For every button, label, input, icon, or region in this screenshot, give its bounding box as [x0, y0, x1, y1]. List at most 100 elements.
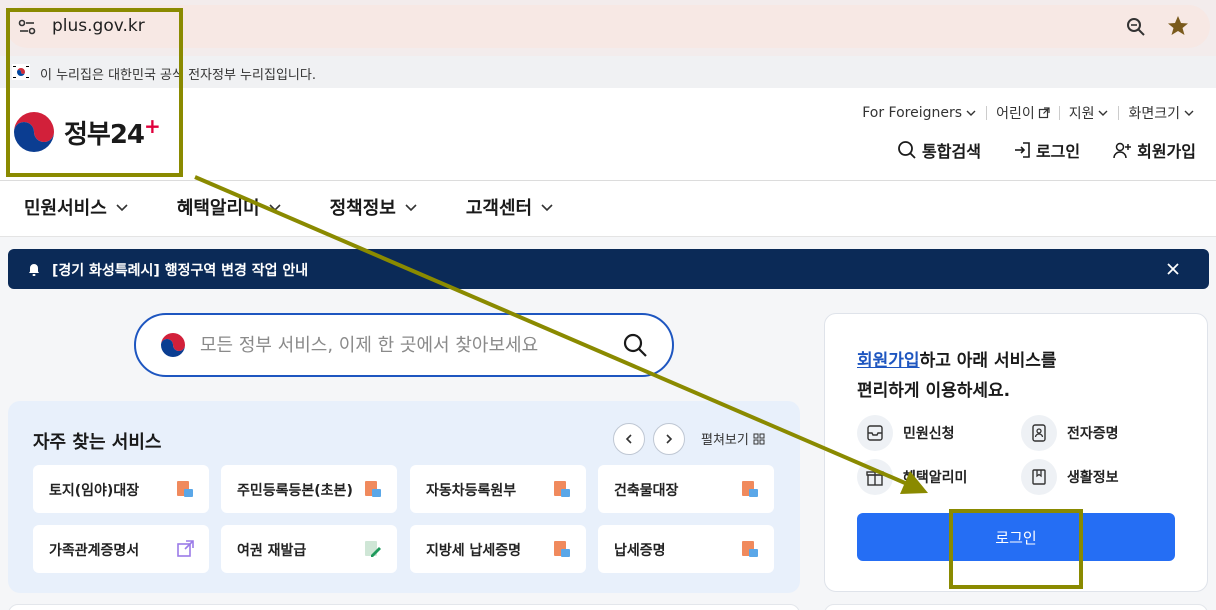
prev-button[interactable] — [613, 423, 645, 455]
integrated-search-label: 통합검색 — [922, 142, 981, 161]
zoom-icon[interactable] — [1124, 15, 1148, 39]
service-label: 여권 재발급 — [237, 543, 307, 559]
service-label: 주민등록등본(초본) — [237, 483, 353, 499]
pdf-doc-icon — [177, 481, 193, 497]
taegeuk-emblem-icon — [161, 333, 185, 357]
external-link-icon — [177, 540, 194, 557]
chevron-down-icon — [405, 204, 417, 212]
next-button[interactable] — [653, 423, 685, 455]
expand-all-button[interactable]: 펼쳐보기 — [701, 429, 765, 448]
service-card[interactable]: 건축물대장 — [598, 465, 774, 513]
feature-label: 혜택알리미 — [903, 470, 968, 486]
external-link-icon — [1038, 107, 1050, 119]
annotation-highlight-box — [6, 8, 183, 177]
chevron-down-icon — [1098, 110, 1108, 116]
service-label: 건축물대장 — [614, 483, 679, 499]
feature-civil-application: 민원신청 — [857, 415, 955, 451]
inbox-icon — [857, 415, 893, 451]
feature-benefits-alert: 혜택알리미 — [857, 459, 967, 495]
gnb-label: 혜택알리미 — [176, 198, 260, 219]
login-message-line2: 편리하게 이용하세요. — [857, 381, 1011, 401]
frequent-services-panel: 자주 찾는 서비스 펼쳐보기 토지(임야)대장 주민등록등본(초본) 자동차등록… — [8, 401, 800, 593]
service-label: 토지(임야)대장 — [49, 483, 140, 499]
service-card[interactable]: 주민등록등본(초본) — [221, 465, 397, 513]
header-divider — [0, 180, 1216, 181]
service-label: 납세증명 — [614, 543, 666, 559]
feature-e-certificate: 전자증명 — [1021, 415, 1119, 451]
gnb-benefits[interactable]: 혜택알리미 — [177, 194, 282, 220]
search-icon[interactable] — [622, 332, 648, 358]
utility-links: For Foreigners 어린이 지원 화면크기 — [853, 103, 1204, 123]
header-actions: 통합검색 로그인 회원가입 — [897, 138, 1196, 162]
gnb-customer-center[interactable]: 고객센터 — [466, 194, 554, 220]
bookmark-star-icon[interactable] — [1166, 14, 1190, 38]
login-link[interactable]: 로그인 — [1013, 138, 1080, 162]
signup-link[interactable]: 회원가입 — [1112, 138, 1196, 162]
service-card[interactable]: 자동차등록원부 — [410, 465, 586, 513]
bottom-card — [8, 604, 800, 610]
service-label: 지방세 납세증명 — [426, 543, 522, 559]
service-label: 가족관계증명서 — [49, 543, 140, 559]
login-message: 회원가입하고 아래 서비스를 편리하게 이용하세요. — [857, 346, 1057, 406]
signup-label: 회원가입 — [1137, 142, 1196, 161]
service-card[interactable]: 지방세 납세증명 — [410, 525, 586, 573]
chevron-down-icon — [541, 204, 553, 212]
bottom-card — [824, 604, 1208, 610]
notice-bar[interactable]: [경기 화성특례시] 행정구역 변경 작업 안내 — [8, 249, 1209, 289]
service-card[interactable]: 납세증명 — [598, 525, 774, 573]
chevron-down-icon — [1184, 110, 1194, 116]
feature-life-info: 생활정보 — [1021, 459, 1119, 495]
integrated-search-button[interactable]: 통합검색 — [897, 138, 981, 162]
gnb-label: 정책정보 — [329, 198, 396, 219]
gnb-policy-info[interactable]: 정책정보 — [330, 194, 418, 220]
chevron-left-icon — [625, 434, 632, 444]
util-label: For Foreigners — [862, 105, 963, 121]
chevron-down-icon — [269, 204, 281, 212]
login-label: 로그인 — [1035, 142, 1081, 161]
chevron-down-icon — [116, 204, 128, 212]
feature-label: 생활정보 — [1067, 470, 1119, 486]
main-search-box — [134, 313, 674, 377]
pdf-doc-icon — [742, 541, 758, 557]
gnb-label: 민원서비스 — [24, 198, 107, 219]
expand-label: 펼쳐보기 — [701, 433, 749, 448]
service-label: 자동차등록원부 — [426, 483, 517, 499]
user-plus-icon — [1113, 142, 1132, 159]
chevron-right-icon — [666, 434, 673, 444]
login-icon — [1014, 142, 1030, 158]
pdf-doc-icon — [554, 541, 570, 557]
main-navigation: 민원서비스 혜택알리미 정책정보 고객센터 — [24, 194, 602, 220]
notice-text[interactable]: [경기 화성특례시] 행정구역 변경 작업 안내 — [52, 260, 308, 280]
util-label: 지원 — [1068, 106, 1095, 122]
pdf-doc-icon — [365, 481, 381, 497]
util-for-foreigners[interactable]: For Foreigners — [853, 105, 986, 121]
edit-doc-icon — [365, 541, 381, 557]
util-screen-size[interactable]: 화면크기 — [1119, 103, 1204, 123]
util-kids[interactable]: 어린이 — [987, 103, 1059, 123]
bookmark-icon — [1021, 459, 1057, 495]
service-card[interactable]: 토지(임야)대장 — [33, 465, 209, 513]
util-label: 화면크기 — [1128, 106, 1180, 122]
address-bar[interactable]: plus.gov.kr — [6, 5, 1210, 48]
feature-label: 민원신청 — [903, 426, 955, 442]
feature-label: 전자증명 — [1067, 426, 1119, 442]
util-label: 어린이 — [996, 106, 1035, 122]
login-message-text: 하고 아래 서비스를 — [919, 351, 1057, 371]
grid-icon — [753, 433, 765, 444]
search-input[interactable] — [200, 329, 600, 361]
pdf-doc-icon — [742, 481, 758, 497]
pdf-doc-icon — [554, 481, 570, 497]
chevron-down-icon — [966, 110, 976, 116]
bell-icon — [29, 264, 39, 276]
frequent-services-title: 자주 찾는 서비스 — [33, 432, 162, 453]
service-card[interactable]: 가족관계증명서 — [33, 525, 209, 573]
close-icon[interactable] — [1165, 261, 1181, 277]
gift-icon — [857, 459, 893, 495]
service-card[interactable]: 여권 재발급 — [221, 525, 397, 573]
util-support[interactable]: 지원 — [1060, 103, 1119, 123]
annotation-highlight-box — [949, 509, 1083, 589]
signup-inline-link[interactable]: 회원가입 — [857, 351, 920, 371]
gnb-label: 고객센터 — [465, 198, 533, 219]
gnb-civil-services[interactable]: 민원서비스 — [24, 194, 129, 220]
id-card-icon — [1021, 415, 1057, 451]
